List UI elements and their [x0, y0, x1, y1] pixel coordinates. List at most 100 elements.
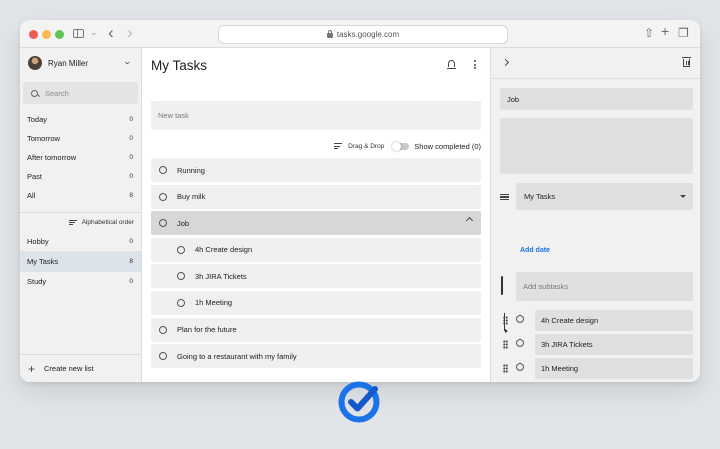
task-title: Buy milk [177, 192, 206, 202]
sidebar-item-label: Past [27, 172, 43, 181]
sort-label: Alphabetical order [81, 219, 134, 226]
task-row[interactable]: Plan for the future [151, 317, 481, 342]
task-title: Running [177, 165, 205, 175]
search-icon [31, 89, 38, 97]
complete-checkbox[interactable] [177, 298, 185, 307]
address-bar[interactable]: tasks.google.com [218, 25, 508, 44]
url-text: tasks.google.com [336, 30, 400, 39]
subtask-field[interactable]: 4h Create design [535, 310, 693, 331]
drag-handle-icon[interactable] [503, 340, 508, 349]
task-row[interactable]: Running [151, 158, 481, 182]
back-arrow-icon[interactable]: ‹ [108, 23, 114, 43]
account-switcher[interactable]: Ryan Miller ⌄ [20, 48, 141, 78]
subtask-row[interactable]: 3h JIRA Tickets [151, 264, 481, 289]
browser-toolbar: ⌄ ‹ › tasks.google.com ⇧ + ❐ [20, 20, 700, 48]
sidebar-item-count: 0 [129, 278, 133, 285]
sidebar-item-my-tasks[interactable]: My Tasks 8 [20, 251, 141, 272]
subtask-row[interactable]: 1h Meeting [151, 290, 481, 315]
complete-checkbox[interactable] [159, 166, 167, 174]
share-icon[interactable]: ⇧ [644, 26, 654, 40]
task-list-panel: My Tasks New task Drag & Drop Show compl… [142, 48, 490, 382]
sort-icon [68, 218, 77, 226]
complete-checkbox[interactable] [177, 245, 185, 254]
tab-overview-icon[interactable]: ❐ [678, 26, 689, 40]
drag-drop-button[interactable]: Drag & Drop [334, 142, 384, 150]
show-completed-label: Show completed (0) [414, 141, 481, 151]
sidebar: Ryan Miller ⌄ Search Today 0 Tomorrow 0 … [20, 48, 142, 382]
bell-icon[interactable] [447, 60, 456, 69]
complete-checkbox[interactable] [177, 272, 185, 281]
task-row[interactable]: Buy milk [151, 184, 481, 209]
new-task-input[interactable]: New task [151, 101, 481, 130]
task-title-field[interactable]: Job [500, 88, 693, 110]
add-subtasks-placeholder: Add subtasks [523, 282, 569, 291]
forward-arrow-icon[interactable]: › [127, 23, 133, 43]
task-row[interactable]: Going to a restaurant with my family [151, 344, 481, 369]
detail-subtask-list: 4h Create design 3h JIRA Tickets 1h Meet… [491, 310, 700, 382]
close-window-button[interactable] [29, 30, 38, 39]
sidebar-item-tomorrow[interactable]: Tomorrow 0 [20, 129, 141, 148]
sidebar-item-label: Today [27, 115, 48, 124]
add-date-link[interactable]: Add date [520, 247, 550, 254]
avatar [28, 56, 42, 70]
chevron-right-icon[interactable] [501, 58, 510, 67]
subtask-title: 4h Create design [541, 316, 599, 325]
complete-checkbox[interactable] [516, 315, 524, 323]
task-title: 1h Meeting [195, 298, 233, 308]
drag-handle-icon[interactable] [503, 316, 508, 325]
chevron-down-icon[interactable]: ⌄ [90, 27, 98, 38]
detail-subtask-row[interactable]: 3h JIRA Tickets [491, 334, 700, 355]
sidebar-toggle-icon[interactable] [73, 29, 84, 38]
new-task-placeholder: New task [158, 111, 189, 120]
sort-icon [334, 142, 343, 150]
complete-checkbox[interactable] [159, 219, 167, 228]
complete-checkbox[interactable] [159, 192, 167, 201]
task-detail-panel: Job My Tasks Add date Add subtasks 4h Cr… [490, 48, 700, 382]
sidebar-item-label: After tomorrow [27, 153, 77, 162]
more-options-icon[interactable] [474, 60, 476, 71]
drag-handle-icon[interactable] [503, 364, 508, 373]
sidebar-item-label: Study [27, 277, 47, 286]
sidebar-item-after-tomorrow[interactable]: After tomorrow 0 [20, 148, 141, 167]
zoom-window-button[interactable] [55, 30, 64, 39]
sidebar-item-today[interactable]: Today 0 [20, 110, 141, 129]
minimize-window-button[interactable] [42, 30, 51, 39]
filter-list: Today 0 Tomorrow 0 After tomorrow 0 Past… [20, 110, 141, 205]
sidebar-item-past[interactable]: Past 0 [20, 167, 141, 186]
list-toolbar: Drag & Drop Show completed (0) [142, 139, 490, 153]
sidebar-item-count: 8 [129, 258, 133, 265]
task-notes-field[interactable] [500, 118, 693, 174]
chevron-up-icon[interactable] [465, 217, 474, 225]
subtask-title: 1h Meeting [541, 364, 579, 373]
subtask-row[interactable]: 4h Create design [151, 237, 481, 262]
sidebar-item-hobby[interactable]: Hobby 0 [20, 232, 141, 251]
detail-header [491, 48, 700, 79]
task-title: 4h Create design [195, 245, 253, 255]
sidebar-item-study[interactable]: Study 0 [20, 272, 141, 291]
complete-checkbox[interactable] [159, 325, 167, 334]
sidebar-item-all[interactable]: All 8 [20, 186, 141, 205]
sidebar-item-count: 0 [129, 116, 133, 123]
sidebar-item-count: 0 [129, 154, 133, 161]
subtask-field[interactable]: 1h Meeting [535, 358, 693, 379]
search-input[interactable]: Search [23, 82, 138, 104]
complete-checkbox[interactable] [516, 363, 524, 371]
subtask-field[interactable]: 3h JIRA Tickets [535, 334, 693, 355]
detail-subtask-row[interactable]: 4h Create design [491, 310, 700, 331]
task-title: Plan for the future [177, 325, 237, 335]
new-tab-icon[interactable]: + [661, 24, 669, 38]
detail-subtask-row[interactable]: 1h Meeting [491, 358, 700, 379]
add-subtasks-input[interactable]: Add subtasks [516, 272, 693, 301]
task-title: 3h JIRA Tickets [195, 271, 247, 281]
complete-checkbox[interactable] [159, 352, 167, 361]
trash-icon[interactable] [682, 57, 691, 67]
task-row-selected[interactable]: Job [151, 211, 481, 236]
browser-window: ⌄ ‹ › tasks.google.com ⇧ + ❐ Ryan Miller… [20, 20, 700, 382]
sort-button[interactable]: Alphabetical order [20, 213, 141, 232]
list-select[interactable]: My Tasks [516, 183, 693, 210]
show-completed-toggle[interactable] [392, 141, 410, 151]
task-title: Going to a restaurant with my family [177, 351, 297, 361]
sidebar-item-label: Hobby [27, 237, 49, 246]
complete-checkbox[interactable] [516, 339, 524, 347]
create-list-button[interactable]: + Create new list [20, 354, 141, 382]
